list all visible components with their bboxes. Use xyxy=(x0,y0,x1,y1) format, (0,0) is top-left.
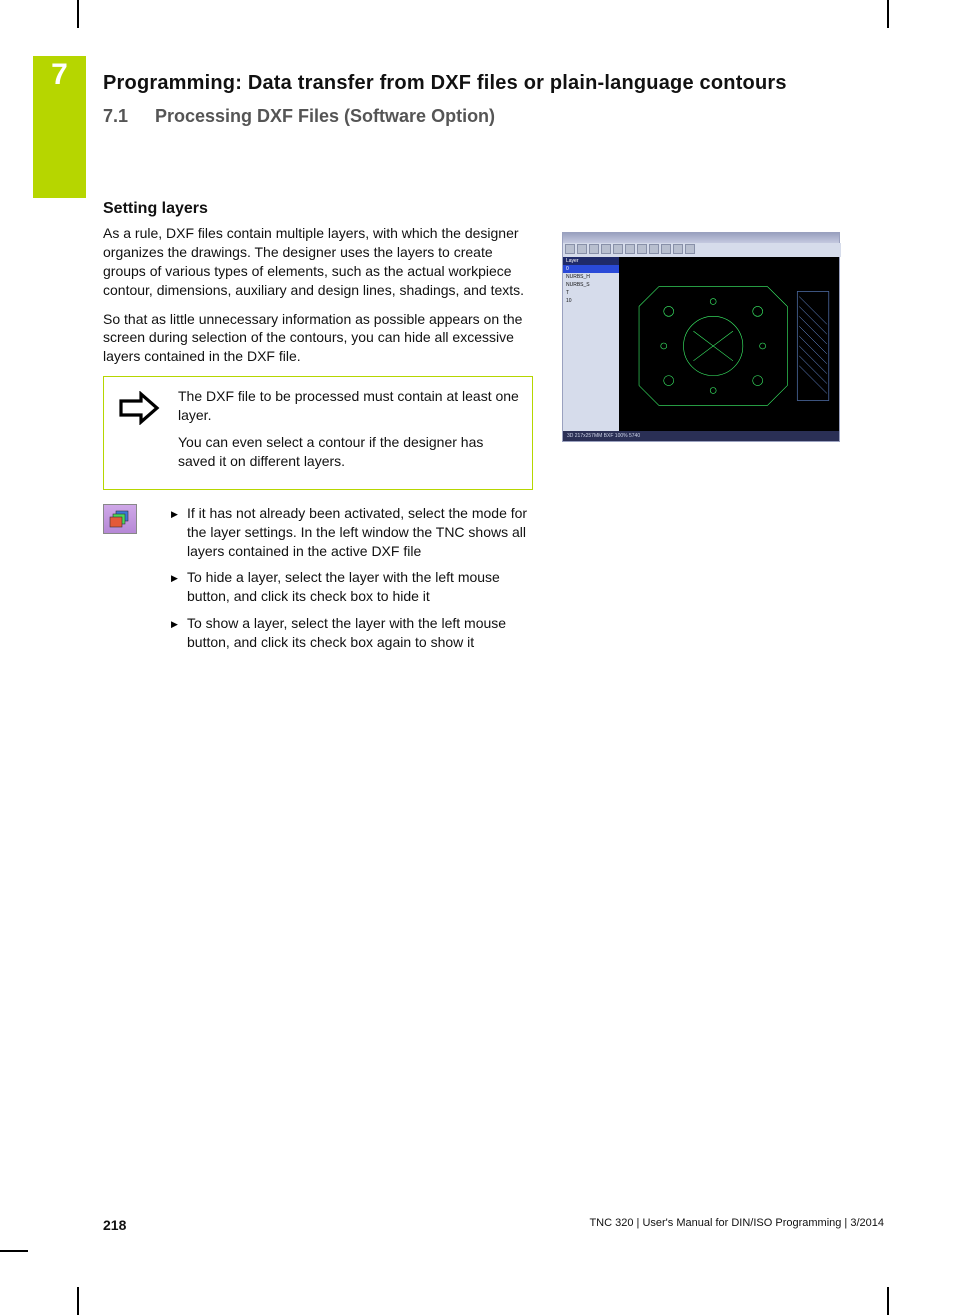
note-body: The DXF file to be processed must contai… xyxy=(178,387,522,479)
layer-item: NURBS_S xyxy=(563,281,619,289)
toolbar-icon xyxy=(625,244,635,254)
toolbar-icon xyxy=(613,244,623,254)
chapter-number: 7 xyxy=(33,58,86,92)
toolbar-icon xyxy=(649,244,659,254)
heading-setting-layers: Setting layers xyxy=(103,200,533,218)
window-titlebar xyxy=(563,233,839,243)
layer-item-selected: 0 xyxy=(563,265,619,273)
document-info: TNC 320 | User's Manual for DIN/ISO Prog… xyxy=(589,1217,884,1233)
steps: If it has not already been activated, se… xyxy=(103,504,533,660)
chapter-title: Programming: Data transfer from DXF file… xyxy=(103,72,787,95)
toolbar xyxy=(563,243,841,257)
layer-panel: Layer 0 NURBS_H NURBS_S T 10 xyxy=(563,257,619,431)
toolbar-icon xyxy=(661,244,671,254)
toolbar-icon xyxy=(565,244,575,254)
note-line: You can even select a contour if the des… xyxy=(178,433,522,471)
toolbar-icon xyxy=(673,244,683,254)
step-item: To hide a layer, select the layer with t… xyxy=(171,568,533,606)
toolbar-icon xyxy=(589,244,599,254)
left-column: Setting layers As a rule, DXF files cont… xyxy=(103,200,533,660)
note-line: The DXF file to be processed must contai… xyxy=(178,387,522,425)
section-title: 7.1Processing DXF Files (Software Option… xyxy=(103,106,495,127)
step-item: If it has not already been activated, se… xyxy=(171,504,533,561)
dxf-viewport xyxy=(619,257,839,431)
step-list: If it has not already been activated, se… xyxy=(171,504,533,660)
section-title-text: Processing DXF Files (Software Option) xyxy=(155,106,495,126)
dxf-screenshot: Layer 0 NURBS_H NURBS_S T 10 xyxy=(562,232,840,442)
footer: 218 TNC 320 | User's Manual for DIN/ISO … xyxy=(103,1217,884,1233)
page-number: 218 xyxy=(103,1217,126,1233)
paragraph: So that as little unnecessary informatio… xyxy=(103,310,533,367)
step-item: To show a layer, select the layer with t… xyxy=(171,614,533,652)
note-box: The DXF file to be processed must contai… xyxy=(103,376,533,490)
layer-item: NURBS_H xyxy=(563,273,619,281)
toolbar-icon xyxy=(577,244,587,254)
crop-mark xyxy=(77,0,79,28)
page: 7 Programming: Data transfer from DXF fi… xyxy=(0,0,954,1315)
paragraph: As a rule, DXF files contain multiple la… xyxy=(103,224,533,300)
layer-item: 10 xyxy=(563,297,619,305)
toolbar-icon xyxy=(601,244,611,254)
toolbar-icon xyxy=(685,244,695,254)
crop-mark xyxy=(887,1287,889,1315)
layers-softkey-icon xyxy=(103,504,153,660)
layer-item: T xyxy=(563,289,619,297)
crop-mark xyxy=(0,1250,28,1252)
status-bar: 3D 217x257MM BXF 100% 5740 xyxy=(563,431,839,441)
crop-mark xyxy=(887,0,889,28)
toolbar-icon xyxy=(637,244,647,254)
section-number: 7.1 xyxy=(103,106,155,127)
arrow-right-icon xyxy=(114,387,164,479)
layer-panel-header: Layer xyxy=(563,257,619,265)
crop-mark xyxy=(77,1287,79,1315)
